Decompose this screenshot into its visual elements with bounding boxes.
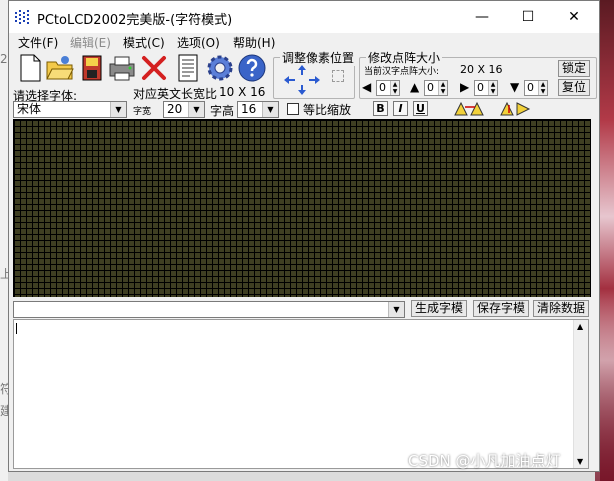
app-window: PCtoLCD2002完美版-(字符模式) — ☐ ✕ 文件(F) 编辑(E) … bbox=[8, 0, 600, 472]
settings-button[interactable] bbox=[205, 53, 235, 83]
document-icon bbox=[178, 54, 198, 82]
text-caret bbox=[16, 323, 17, 334]
left-arrow-icon: ◀ bbox=[362, 80, 372, 94]
open-folder-icon bbox=[46, 56, 74, 80]
bold-button[interactable]: B bbox=[373, 101, 388, 116]
height-label: 字高 bbox=[210, 104, 235, 118]
spin-updown-icon[interactable]: ▲ ▼ bbox=[438, 81, 447, 95]
height-select[interactable]: 16 ▼ bbox=[237, 101, 279, 118]
printer-icon bbox=[109, 56, 135, 81]
app-icon bbox=[15, 10, 31, 24]
font-select[interactable]: 宋体 ▼ bbox=[13, 101, 127, 118]
dot-matrix-group: 修改点阵大小 当前汉字点阵大小: 20 X 16 锁定 复位 ◀ 0 ▲ ▼ ▲ 0… bbox=[359, 49, 597, 99]
generate-button[interactable]: 生成字模 bbox=[411, 300, 467, 317]
down-arrow-icon: ▼ bbox=[510, 80, 520, 94]
open-folder-button[interactable] bbox=[45, 53, 75, 83]
underline-button[interactable]: U bbox=[413, 101, 428, 116]
menu-edit[interactable]: 编辑(E) bbox=[70, 34, 111, 51]
menu-help[interactable]: 帮助(H) bbox=[233, 34, 275, 51]
bottom-spin[interactable]: 0 ▲ ▼ bbox=[524, 80, 548, 96]
maximize-button[interactable]: ☐ bbox=[505, 1, 551, 33]
new-file-button[interactable] bbox=[15, 53, 45, 83]
chevron-down-icon: ▼ bbox=[188, 102, 204, 117]
window-title: PCtoLCD2002完美版-(字符模式) bbox=[37, 13, 233, 28]
top-spin[interactable]: 0 ▲ ▼ bbox=[424, 80, 448, 96]
spin-updown-icon[interactable]: ▲ ▼ bbox=[488, 81, 497, 95]
ratio-label: 对应英文长宽比 bbox=[133, 87, 218, 101]
ratio-value: 10 X 16 bbox=[219, 85, 266, 99]
print-button[interactable] bbox=[107, 53, 137, 83]
top-spin-value: 0 bbox=[427, 81, 434, 94]
up-arrow-icon: ▲ bbox=[410, 80, 420, 94]
height-select-value: 16 bbox=[241, 102, 257, 116]
background-fragment: 2 bbox=[0, 52, 8, 66]
current-size-value: 20 X 16 bbox=[460, 63, 503, 76]
left-spin-value: 0 bbox=[379, 81, 386, 94]
output-scrollbar[interactable]: ▲ ▼ bbox=[573, 320, 588, 468]
document-button[interactable] bbox=[173, 53, 203, 83]
left-spin[interactable]: 0 ▲ ▼ bbox=[376, 80, 400, 96]
watermark: CSDN @小凡加油点灯 bbox=[408, 452, 561, 470]
pixel-position-group: 调整像素位置 bbox=[273, 49, 357, 99]
italic-button[interactable]: I bbox=[393, 101, 408, 116]
chevron-down-icon: ▼ bbox=[262, 102, 278, 117]
clear-data-button[interactable]: 清除数据 bbox=[533, 300, 589, 317]
gear-icon bbox=[207, 55, 233, 81]
flip-vertical-icon[interactable] bbox=[499, 101, 533, 117]
width-label: 字宽 bbox=[133, 107, 152, 117]
minimize-button[interactable]: — bbox=[459, 1, 505, 33]
chevron-down-icon: ▼ bbox=[388, 302, 404, 317]
scroll-up-icon[interactable]: ▲ bbox=[577, 322, 583, 331]
font-select-value: 宋体 bbox=[17, 102, 42, 116]
chevron-down-icon: ▼ bbox=[110, 102, 126, 117]
scale-label: 等比缩放 bbox=[303, 103, 352, 117]
scroll-down-icon[interactable]: ▼ bbox=[577, 457, 583, 466]
spin-updown-icon[interactable]: ▲ ▼ bbox=[390, 81, 399, 95]
flip-horizontal-icon[interactable] bbox=[453, 101, 487, 117]
save-icon bbox=[82, 55, 102, 81]
output-textarea[interactable]: ▲ ▼ bbox=[13, 319, 589, 469]
save-font-button[interactable]: 保存字模 bbox=[473, 300, 529, 317]
close-button[interactable]: ✕ bbox=[551, 1, 597, 33]
reset-button[interactable]: 复位 bbox=[558, 79, 590, 96]
help-button[interactable] bbox=[237, 53, 267, 83]
help-icon bbox=[238, 54, 266, 82]
width-select-value: 20 bbox=[167, 102, 183, 116]
pixel-move-arrows-icon[interactable] bbox=[282, 63, 326, 97]
dot-matrix-grid[interactable] bbox=[13, 119, 591, 297]
width-select[interactable]: 20 ▼ bbox=[163, 101, 205, 118]
right-arrow-icon: ▶ bbox=[460, 80, 470, 94]
right-spin-value: 0 bbox=[477, 81, 484, 94]
title-bar[interactable]: PCtoLCD2002完美版-(字符模式) — ☐ ✕ bbox=[9, 1, 599, 33]
delete-icon bbox=[142, 56, 166, 80]
current-size-label: 当前汉字点阵大小: bbox=[364, 67, 440, 77]
scale-checkbox[interactable] bbox=[287, 103, 299, 115]
save-button[interactable] bbox=[77, 53, 107, 83]
char-input-combo[interactable]: ▼ bbox=[13, 301, 405, 318]
spin-updown-icon[interactable]: ▲ ▼ bbox=[538, 81, 547, 95]
new-file-icon bbox=[20, 54, 41, 82]
right-spin[interactable]: 0 ▲ ▼ bbox=[474, 80, 498, 96]
menu-mode[interactable]: 模式(C) bbox=[123, 34, 165, 51]
background-left-strip: 2 上 符 建 bbox=[0, 0, 12, 481]
lock-button[interactable]: 锁定 bbox=[558, 60, 590, 77]
menu-options[interactable]: 选项(O) bbox=[177, 34, 220, 51]
bottom-spin-value: 0 bbox=[527, 81, 534, 94]
pixel-preview-box bbox=[332, 70, 344, 82]
delete-button[interactable] bbox=[139, 53, 169, 83]
menu-file[interactable]: 文件(F) bbox=[18, 34, 58, 51]
